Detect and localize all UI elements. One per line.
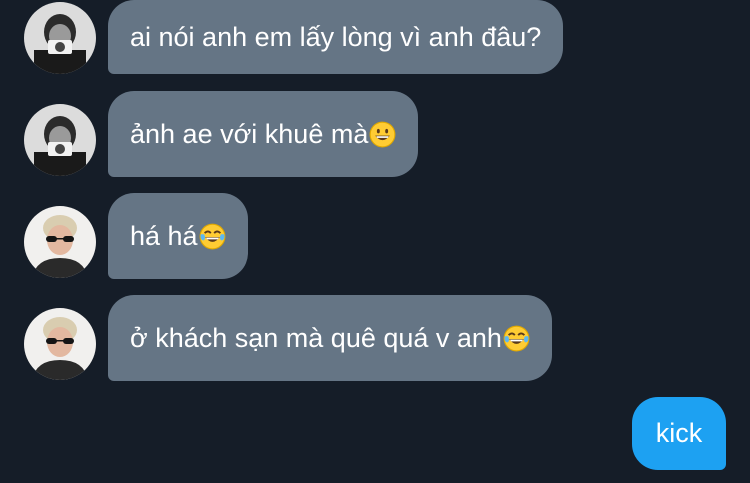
message-text: ở khách sạn mà quê quá v anh <box>130 323 502 353</box>
avatar-sender-b[interactable] <box>24 308 96 380</box>
tears-of-joy-emoji-icon <box>503 325 530 352</box>
tears-of-joy-emoji-icon <box>199 223 226 250</box>
message-bubble-outgoing[interactable]: kick <box>632 397 726 470</box>
person-photo-bw-icon <box>24 104 96 176</box>
avatar-sender-a[interactable] <box>24 2 96 74</box>
message-text: ảnh ae với khuê mà <box>130 119 369 149</box>
message-text: ai nói anh em lấy lòng vì anh đâu? <box>130 22 542 52</box>
person-photo-color-icon <box>24 206 96 278</box>
avatar-sender-a[interactable] <box>24 104 96 176</box>
avatar-sender-b[interactable] <box>24 206 96 278</box>
person-photo-color-icon <box>24 308 96 380</box>
message-text: há há <box>130 221 198 251</box>
message-bubble-incoming[interactable]: ở khách sạn mà quê quá v anh <box>108 295 552 381</box>
dm-conversation: ai nói anh em lấy lòng vì anh đâu? ảnh a… <box>0 0 750 483</box>
message-text: kick <box>655 418 703 448</box>
message-bubble-incoming[interactable]: ai nói anh em lấy lòng vì anh đâu? <box>108 0 564 74</box>
person-photo-bw-icon <box>24 2 96 74</box>
grinning-face-emoji-icon <box>369 121 396 148</box>
message-bubble-incoming[interactable]: há há <box>108 193 248 279</box>
message-bubble-incoming[interactable]: ảnh ae với khuê mà <box>108 91 419 177</box>
